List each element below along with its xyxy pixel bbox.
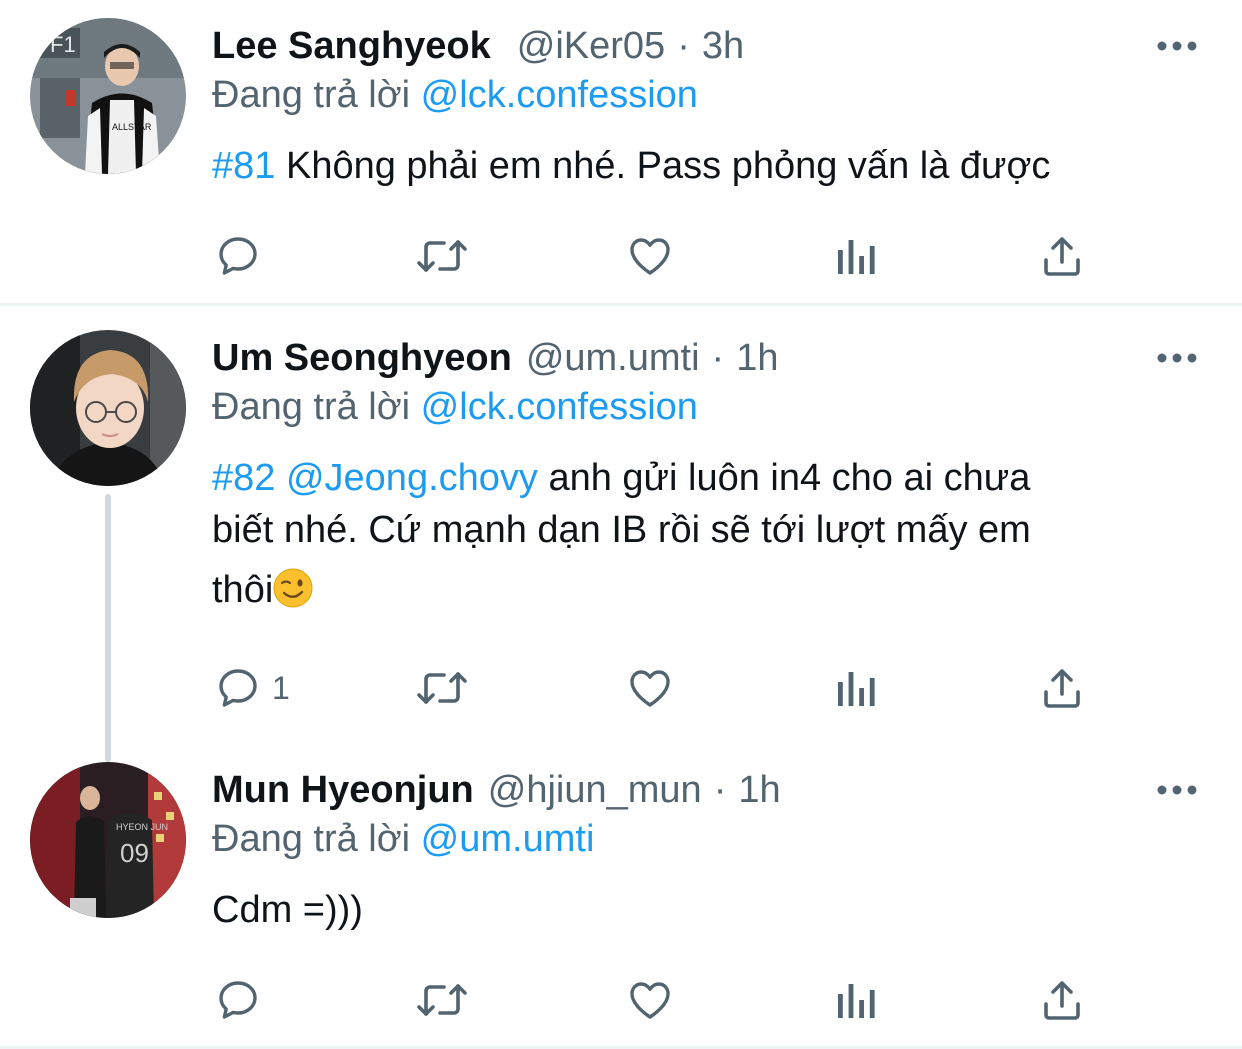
share-button[interactable] — [1038, 658, 1086, 718]
views-button[interactable] — [834, 658, 878, 718]
views-button[interactable] — [834, 226, 878, 286]
display-name[interactable]: Um Seonghyeon — [212, 337, 512, 380]
tweet-text-line: #82 @Jeong.chovy anh gửi luôn in4 cho ai… — [212, 452, 1192, 504]
mention-link[interactable]: @Jeong.chovy — [286, 457, 538, 499]
tweet-actions — [0, 970, 1242, 1030]
share-icon — [1044, 237, 1080, 276]
replying-to: Đang trả lời @lck.confession — [212, 386, 698, 429]
replying-to-link[interactable]: @lck.confession — [421, 386, 698, 428]
svg-text:ALLSTAR: ALLSTAR — [112, 122, 152, 132]
tweet-text-line: biết nhé. Cứ mạnh dạn IB rồi sẽ tới lượt… — [212, 509, 1031, 551]
reply-button[interactable] — [214, 226, 262, 286]
tweet-header: Um Seonghyeon @um.umti · 1h — [212, 330, 778, 386]
avatar[interactable]: HYEON JUN 09 — [30, 762, 186, 918]
timestamp[interactable]: 1h — [738, 769, 780, 812]
more-options-button[interactable] — [1155, 330, 1199, 386]
share-icon — [1044, 669, 1080, 708]
svg-text:09: 09 — [120, 838, 149, 868]
winking-face-icon — [273, 568, 313, 608]
hashtag-link[interactable]: #81 — [212, 145, 275, 187]
more-options-icon — [1157, 41, 1197, 51]
tweet-text: #82 @Jeong.chovy anh gửi luôn in4 cho ai… — [212, 452, 1192, 616]
timestamp[interactable]: 1h — [736, 337, 778, 380]
retweet-icon — [417, 240, 467, 272]
tweet-actions — [0, 226, 1242, 286]
reply-icon — [219, 669, 257, 707]
like-button[interactable] — [626, 970, 674, 1030]
more-options-button[interactable] — [1155, 18, 1199, 74]
separator-dot: · — [677, 24, 690, 67]
heart-icon — [630, 982, 670, 1019]
tweet-actions: 1 — [0, 658, 1242, 718]
separator-dot: · — [711, 336, 725, 379]
username-handle[interactable]: @um.umti — [526, 337, 700, 380]
tweet[interactable]: F1 ALLSTAR Lee Sanghyeok @iKer05 · 3h Đa… — [0, 0, 1242, 304]
avatar-photo: F1 ALLSTAR — [30, 18, 186, 174]
separator-dot: · — [713, 768, 727, 811]
replying-to: Đang trả lời @um.umti — [212, 818, 594, 861]
replying-to: Đang trả lời @lck.confession — [212, 74, 698, 117]
display-name[interactable]: Lee Sanghyeok — [212, 25, 491, 68]
tweet-header: Mun Hyeonjun @hjiun_mun · 1h — [212, 762, 781, 818]
replying-prefix: Đang trả lời — [212, 74, 411, 116]
more-options-icon — [1157, 353, 1197, 363]
tweet[interactable]: HYEON JUN 09 Mun Hyeonjun @hjiun_mun · 1… — [0, 762, 1242, 1049]
retweet-button[interactable] — [414, 658, 470, 718]
reply-count: 1 — [272, 669, 290, 706]
tweet-text-line: thôi — [212, 564, 1192, 616]
avatar[interactable] — [30, 330, 186, 486]
views-chart-icon — [838, 240, 875, 274]
timestamp[interactable]: 3h — [702, 25, 744, 68]
retweet-icon — [417, 672, 467, 704]
like-button[interactable] — [626, 658, 674, 718]
avatar-photo: HYEON JUN 09 — [30, 762, 186, 918]
tweet-header: Lee Sanghyeok @iKer05 · 3h — [212, 18, 744, 74]
retweet-button[interactable] — [414, 970, 470, 1030]
username-handle[interactable]: @iKer05 — [517, 25, 665, 68]
like-button[interactable] — [626, 226, 674, 286]
share-button[interactable] — [1038, 970, 1086, 1030]
tweet-text-content: Không phải em nhé. Pass phỏng vấn là đượ… — [285, 145, 1051, 187]
heart-icon — [630, 670, 670, 707]
reply-icon — [219, 237, 257, 275]
svg-text:HYEON JUN: HYEON JUN — [116, 822, 168, 832]
more-options-button[interactable] — [1155, 762, 1199, 818]
views-chart-icon — [838, 984, 875, 1018]
retweet-button[interactable] — [414, 226, 470, 286]
views-chart-icon — [838, 672, 875, 706]
avatar-photo — [30, 330, 186, 486]
username-handle[interactable]: @hjiun_mun — [488, 769, 702, 812]
reply-button[interactable] — [214, 970, 262, 1030]
heart-icon — [630, 238, 670, 275]
share-button[interactable] — [1038, 226, 1086, 286]
retweet-icon — [417, 984, 467, 1016]
tweet-text: #81 Không phải em nhé. Pass phỏng vấn là… — [212, 140, 1192, 192]
tweet[interactable]: Um Seonghyeon @um.umti · 1h Đang trả lời… — [0, 330, 1242, 750]
tweet-text-content: thôi — [212, 569, 274, 611]
share-icon — [1044, 981, 1080, 1020]
tweet-divider — [0, 303, 1242, 306]
reply-button[interactable]: 1 — [214, 658, 290, 718]
svg-text:F1: F1 — [50, 32, 76, 57]
hashtag-link[interactable]: #82 — [212, 457, 275, 499]
more-options-icon — [1157, 785, 1197, 795]
replying-to-link[interactable]: @um.umti — [421, 818, 595, 860]
views-button[interactable] — [834, 970, 878, 1030]
tweet-text-content: anh gửi luôn in4 cho ai chưa — [548, 457, 1031, 499]
replying-to-link[interactable]: @lck.confession — [421, 74, 698, 116]
replying-prefix: Đang trả lời — [212, 386, 411, 428]
avatar[interactable]: F1 ALLSTAR — [30, 18, 186, 174]
tweet-text: Cdm =))) — [212, 884, 1192, 936]
reply-icon — [219, 981, 257, 1019]
replying-prefix: Đang trả lời — [212, 818, 411, 860]
display-name[interactable]: Mun Hyeonjun — [212, 769, 474, 812]
tweet-text-content: Cdm =))) — [212, 889, 363, 931]
